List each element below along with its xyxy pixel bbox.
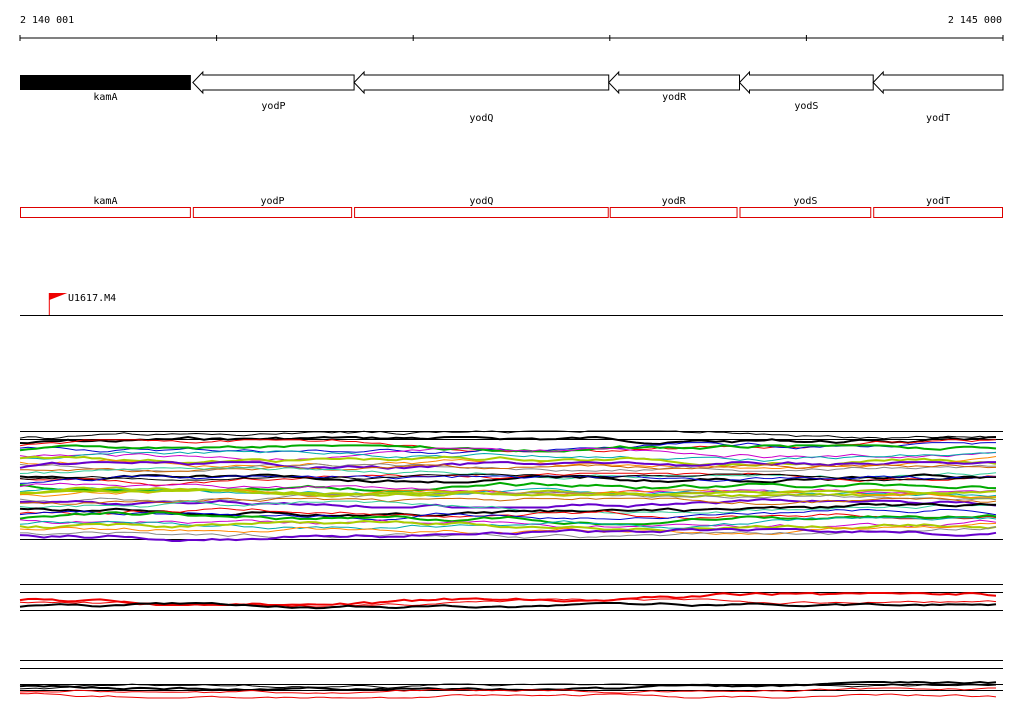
marker-track: U1617.M4 xyxy=(20,293,1003,316)
feature-box-track: kamA yodP yodQ yodR yodS yodT xyxy=(20,196,1003,218)
gene-yodP[interactable] xyxy=(192,70,355,95)
coordinate-ruler: 2 140 001 2 145 000 xyxy=(19,15,1004,41)
feature-box-yodT[interactable] xyxy=(873,207,1003,218)
gene-track: kamA yodP yodQ yodR yodS yodT xyxy=(20,70,1004,124)
feature-box-yodQ[interactable] xyxy=(354,207,609,218)
gene-label: yodS xyxy=(794,101,818,112)
marker-label[interactable]: U1617.M4 xyxy=(68,293,116,304)
feature-box-yodS[interactable] xyxy=(739,207,872,218)
genome-browser: 2 140 001 2 145 000 kamA yodP yodQ yodR yodS… xyxy=(19,15,1004,699)
expression-profile xyxy=(19,692,997,699)
gene-label: yodQ xyxy=(469,113,493,124)
gene-kamA[interactable] xyxy=(20,75,191,90)
expression-track xyxy=(19,430,1003,699)
gene-label: yodT xyxy=(926,113,950,124)
feature-box-label: yodS xyxy=(793,196,817,207)
flag-icon[interactable] xyxy=(49,293,68,300)
gene-label: yodP xyxy=(261,101,285,112)
gene-yodR[interactable] xyxy=(608,70,741,95)
gene-yodS[interactable] xyxy=(738,70,874,95)
gene-label: yodR xyxy=(662,92,687,103)
ruler-start-label: 2 140 001 xyxy=(20,15,74,26)
feature-box-label: yodP xyxy=(260,196,284,207)
expression-profile xyxy=(19,430,997,440)
feature-box-yodP[interactable] xyxy=(192,207,353,218)
feature-box-label: yodT xyxy=(926,196,950,207)
gene-label: kamA xyxy=(93,92,117,103)
gene-yodQ[interactable] xyxy=(353,70,610,95)
gene-yodT[interactable] xyxy=(872,70,1004,95)
ruler-end-label: 2 145 000 xyxy=(948,15,1002,26)
feature-box-label: yodQ xyxy=(469,196,493,207)
feature-box-yodR[interactable] xyxy=(609,207,738,218)
feature-box-label: yodR xyxy=(662,196,687,207)
feature-box-kamA[interactable] xyxy=(20,207,191,218)
feature-box-label: kamA xyxy=(93,196,117,207)
ruler-axis xyxy=(19,35,1004,41)
